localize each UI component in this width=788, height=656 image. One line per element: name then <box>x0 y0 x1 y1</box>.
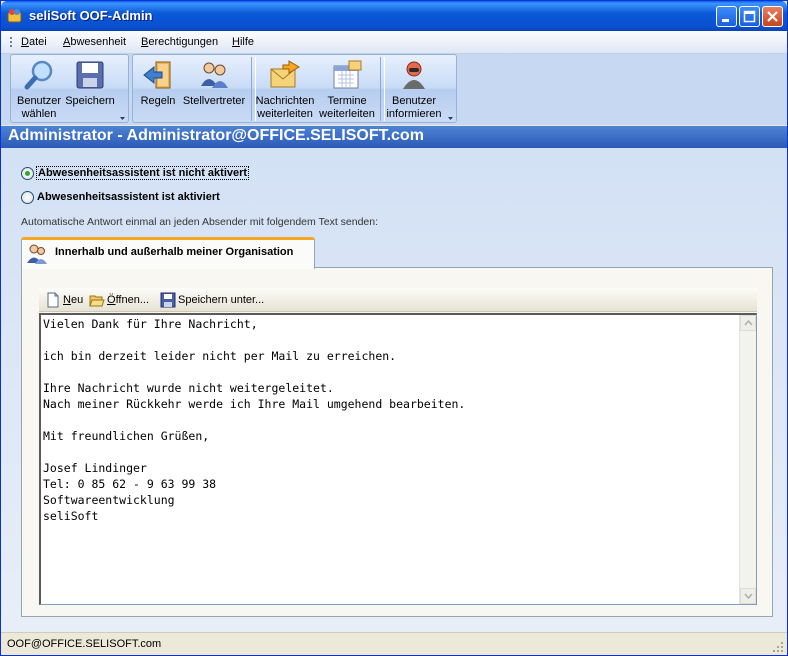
tab-label: Innerhalb und außerhalb meiner Organisat… <box>55 246 294 258</box>
account-title: Administrator - Administrator@OFFICE.SEL… <box>8 127 424 144</box>
termine-weiterleiten-button[interactable]: Termine weiterleiten <box>317 57 377 121</box>
vertical-scrollbar[interactable] <box>739 315 756 604</box>
app-icon <box>7 9 22 23</box>
magnifier-icon <box>24 60 53 90</box>
title-bar[interactable]: seliSoft OOF-Admin <box>1 1 787 31</box>
radio-label-active: Abwesenheitsassistent ist aktiviert <box>37 191 220 203</box>
close-icon <box>767 11 778 22</box>
users-icon <box>201 62 228 88</box>
user-info-icon <box>403 61 425 89</box>
menu-bar: Datei Abwesenheit Berechtigungen Hilfe <box>1 31 787 54</box>
maximize-icon <box>743 10 756 23</box>
app-window: seliSoft OOF-Admin Datei Abwesenheit Ber… <box>0 0 788 656</box>
new-document-icon <box>47 292 59 308</box>
menu-abwesenheit[interactable]: Abwesenheit <box>63 36 126 48</box>
chevron-up-icon <box>744 320 753 326</box>
maximize-button[interactable] <box>739 6 760 27</box>
forward-mail-icon <box>270 60 300 88</box>
close-button[interactable] <box>762 6 783 27</box>
group-expand-icon[interactable] <box>447 114 454 121</box>
floppy-disk-icon <box>76 61 104 89</box>
benutzer-informieren-button[interactable]: Benutzer informieren <box>384 57 444 121</box>
stellvertreter-button[interactable]: Stellvertreter <box>180 57 248 121</box>
auto-reply-text: Vielen Dank für Ihre Nachricht, ich bin … <box>43 317 466 523</box>
tab-internal-external[interactable]: Innerhalb und außerhalb meiner Organisat… <box>21 237 315 269</box>
benutzer-waehlen-button[interactable]: Benutzer wählen <box>13 57 65 121</box>
account-header: Administrator - Administrator@OFFICE.SEL… <box>1 126 787 148</box>
menu-datei[interactable]: Datei <box>21 36 47 48</box>
calendar-forward-icon <box>333 60 362 89</box>
toolbar: Benutzer wählen Speichern Regeln Stellve… <box>1 54 787 125</box>
floppy-disk-icon <box>160 292 176 308</box>
speichern-button[interactable]: Speichern <box>65 57 115 121</box>
menu-hilfe[interactable]: Hilfe <box>232 36 254 48</box>
toolbar-group-actions: Regeln Stellvertreter Nachrichten weiter… <box>132 54 457 123</box>
resize-grip-icon[interactable] <box>772 641 784 653</box>
radio-label-inactive: Abwesenheitsassistent ist nicht aktivert <box>35 166 250 180</box>
auto-reply-textarea[interactable]: Vielen Dank für Ihre Nachricht, ich bin … <box>39 313 757 605</box>
toolbar-group-user: Benutzer wählen Speichern <box>10 54 129 123</box>
window-title: seliSoft OOF-Admin <box>29 8 153 23</box>
editor-toolbar: Neu Öffnen... Speichern unter... <box>39 288 757 312</box>
open-folder-icon <box>89 295 105 307</box>
group-expand-icon[interactable] <box>119 114 126 121</box>
minimize-icon <box>722 19 729 22</box>
nachrichten-weiterleiten-button[interactable]: Nachrichten weiterleiten <box>255 57 315 121</box>
scroll-down-button[interactable] <box>740 588 756 604</box>
regeln-button[interactable]: Regeln <box>137 57 179 121</box>
scroll-up-button[interactable] <box>740 315 756 331</box>
main-content: Abwesenheitsassistent ist nicht aktivert… <box>1 148 787 632</box>
auto-reply-hint: Automatische Antwort einmal an jeden Abs… <box>21 216 379 228</box>
exit-door-icon <box>143 61 171 89</box>
minimize-button[interactable] <box>716 6 737 27</box>
status-account: OOF@OFFICE.SELISOFT.com <box>7 638 162 650</box>
status-bar: OOF@OFFICE.SELISOFT.com <box>1 632 787 655</box>
radio-button-selected[interactable] <box>21 167 34 180</box>
users-icon <box>27 244 47 264</box>
chevron-down-icon <box>744 593 753 599</box>
menu-berechtigungen[interactable]: Berechtigungen <box>141 36 218 48</box>
radio-button[interactable] <box>21 191 34 204</box>
tab-panel: Neu Öffnen... Speichern unter... Vielen … <box>21 267 773 617</box>
menu-grip <box>10 37 14 47</box>
